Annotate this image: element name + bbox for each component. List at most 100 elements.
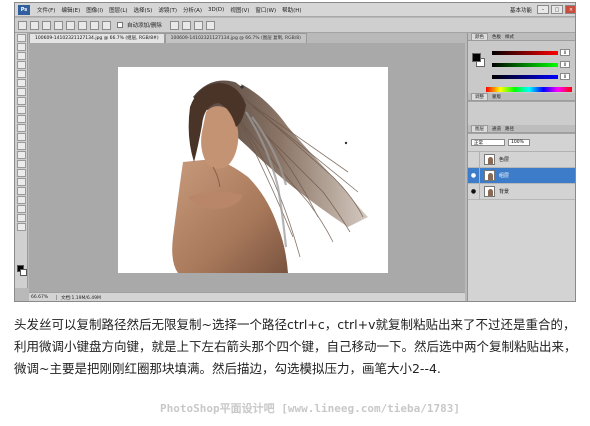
layer-name: 组层	[499, 173, 510, 179]
brush-tool-icon[interactable]	[16, 97, 26, 105]
rectangle-icon[interactable]	[90, 20, 99, 30]
green-value[interactable]: 0	[560, 61, 570, 68]
toolbox	[15, 33, 28, 288]
layer-thumbnail	[484, 154, 495, 165]
color-spectrum[interactable]	[486, 87, 572, 92]
marquee-tool-icon[interactable]	[16, 43, 26, 51]
tab-styles[interactable]: 样式	[505, 34, 514, 40]
menu-item-select[interactable]: 选择(S)	[131, 6, 156, 14]
color-panel-tabs: 颜色 色板 样式	[468, 32, 575, 41]
layers-panel-tabs: 图层 通道 路径	[468, 124, 575, 133]
eyedropper-tool-icon[interactable]	[16, 79, 26, 87]
healing-tool-icon[interactable]	[16, 88, 26, 96]
zoom-level[interactable]: 66.67%	[29, 295, 57, 300]
red-value[interactable]: 0	[560, 49, 570, 56]
layer-thumbnail	[484, 170, 495, 181]
green-slider[interactable]	[492, 63, 558, 67]
visibility-icon[interactable]: ●	[468, 167, 480, 184]
eraser-tool-icon[interactable]	[16, 124, 26, 132]
visibility-icon[interactable]: ●	[468, 183, 480, 200]
blur-tool-icon[interactable]	[16, 142, 26, 150]
lasso-tool-icon[interactable]	[16, 52, 26, 60]
layer-row[interactable]: 色层	[468, 151, 575, 168]
app-logo: Ps	[18, 4, 30, 15]
tab-color[interactable]: 颜色	[471, 32, 488, 41]
menu-bar: Ps 文件(F) 编辑(E) 图像(I) 图层(L) 选择(S) 滤镜(T) 分…	[15, 3, 575, 17]
layer-controls: 正常 100%	[468, 134, 575, 152]
menu-item-filter[interactable]: 滤镜(T)	[155, 6, 180, 14]
history-brush-tool-icon[interactable]	[16, 115, 26, 123]
path-intersect-icon[interactable]	[193, 20, 203, 30]
fill-pixels-icon[interactable]	[54, 20, 63, 30]
layers-panel: 正常 100% 色层 ● 组层 ● 背景	[468, 133, 575, 301]
clone-stamp-tool-icon[interactable]	[16, 106, 26, 114]
shape-tool-icon[interactable]	[16, 187, 26, 195]
menu-item-3d[interactable]: 3D(D)	[205, 7, 227, 13]
window-controls: 基本功能 – □ ×	[507, 5, 575, 14]
path-select-tool-icon[interactable]	[16, 178, 26, 186]
adjust-panel	[468, 101, 575, 125]
tab-swatches[interactable]: 色板	[492, 34, 501, 40]
menu-item-edit[interactable]: 编辑(E)	[58, 6, 83, 14]
document-info: 文档:1.19M/6.49M	[61, 295, 101, 301]
paths-icon[interactable]	[42, 20, 51, 30]
menu-item-view[interactable]: 视图(V)	[227, 6, 252, 14]
layer-row-selected[interactable]: ● 组层	[468, 167, 575, 184]
adjust-panel-tabs: 调整 蒙版	[468, 92, 575, 101]
maximize-icon[interactable]: □	[551, 5, 563, 14]
tab-paths[interactable]: 路径	[505, 126, 514, 132]
layer-row[interactable]: ● 背景	[468, 183, 575, 200]
red-slider[interactable]	[492, 51, 558, 55]
ellipse-icon[interactable]	[102, 20, 111, 30]
zoom-tool-icon[interactable]	[16, 223, 26, 231]
pen-icon[interactable]	[66, 20, 75, 30]
background-color-icon[interactable]	[20, 269, 27, 276]
menu-item-layer[interactable]: 图层(L)	[106, 6, 130, 14]
3d-orbit-tool-icon[interactable]	[16, 205, 26, 213]
tab-document-2[interactable]: 100609-14102321127134.jpg @ 66.7% (图层 复制…	[164, 33, 307, 43]
fg-color-swatch[interactable]	[472, 53, 481, 62]
pen-tool-icon[interactable]	[16, 160, 26, 168]
tab-masks[interactable]: 蒙版	[492, 94, 501, 100]
path-exclude-icon[interactable]	[205, 20, 215, 30]
path-add-icon[interactable]	[169, 20, 179, 30]
document-canvas[interactable]	[118, 67, 388, 273]
quick-select-tool-icon[interactable]	[16, 61, 26, 69]
layer-thumbnail	[484, 186, 495, 197]
layer-name: 背景	[499, 189, 510, 195]
blend-mode-select[interactable]: 正常	[471, 139, 505, 146]
hand-tool-icon[interactable]	[16, 214, 26, 222]
tab-adjustments[interactable]: 调整	[471, 92, 488, 101]
close-icon[interactable]: ×	[565, 5, 575, 14]
menu-item-help[interactable]: 帮助(H)	[279, 6, 304, 14]
shape-layers-icon[interactable]	[30, 20, 39, 30]
minimize-icon[interactable]: –	[537, 5, 549, 14]
move-tool-icon[interactable]	[16, 34, 26, 42]
type-tool-icon[interactable]	[16, 169, 26, 177]
blue-value[interactable]: 0	[560, 73, 570, 80]
options-bar: 自动添加/删除	[15, 18, 575, 33]
path-subtract-icon[interactable]	[181, 20, 191, 30]
pen-tool-preset-icon[interactable]	[18, 20, 27, 30]
tab-channels[interactable]: 通道	[492, 126, 501, 132]
blue-slider[interactable]	[492, 75, 558, 79]
autoadd-checkbox[interactable]	[117, 22, 123, 28]
gradient-tool-icon[interactable]	[16, 133, 26, 141]
crop-tool-icon[interactable]	[16, 70, 26, 78]
tab-document-1[interactable]: 100609-14102321127134.jpg @ 66.7% (组层, R…	[29, 33, 165, 43]
visibility-icon[interactable]	[468, 151, 480, 168]
menu-item-file[interactable]: 文件(F)	[34, 6, 58, 14]
autoadd-label: 自动添加/删除	[127, 23, 162, 29]
freeform-pen-icon[interactable]	[78, 20, 87, 30]
menu-item-window[interactable]: 窗口(W)	[252, 6, 279, 14]
menu-item-image[interactable]: 图像(I)	[83, 6, 106, 14]
dodge-tool-icon[interactable]	[16, 151, 26, 159]
tab-layers[interactable]: 图层	[471, 124, 488, 133]
workspace-switcher[interactable]: 基本功能	[507, 6, 535, 14]
menu-item-analysis[interactable]: 分析(A)	[180, 6, 205, 14]
watermark: PhotoShop平面设计吧 [www.lineeg.com/tieba/178…	[160, 402, 461, 415]
photoshop-screenshot: Ps 文件(F) 编辑(E) 图像(I) 图层(L) 选择(S) 滤镜(T) 分…	[14, 2, 576, 302]
canvas-area	[29, 43, 465, 293]
3d-rotate-tool-icon[interactable]	[16, 196, 26, 204]
opacity-field[interactable]: 100%	[508, 139, 530, 146]
